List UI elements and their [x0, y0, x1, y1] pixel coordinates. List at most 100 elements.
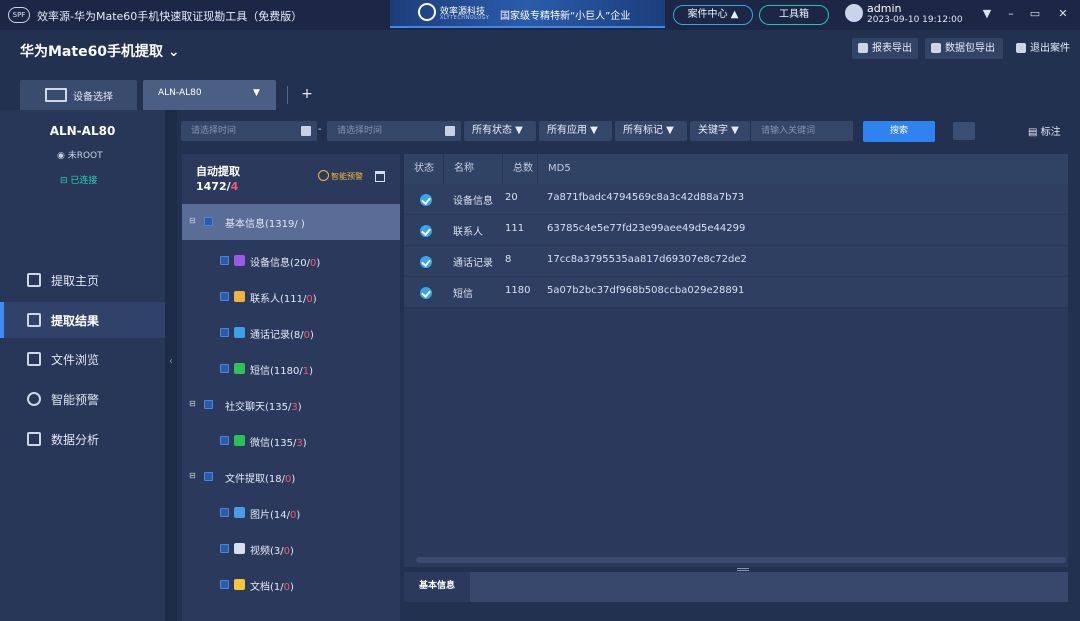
tree-group[interactable]: ⊟ 社交聊天(135/3) [182, 387, 400, 423]
smart-warning-button[interactable]: 智能预警 [318, 170, 363, 182]
column-header-total[interactable]: 总数 [503, 154, 538, 184]
nav-item-data-analysis[interactable]: 数据分析 [0, 421, 165, 457]
nav-item-file-browse[interactable]: 文件浏览 [0, 341, 165, 377]
tree-item[interactable]: 短信(1180/1) [182, 351, 400, 387]
table-cell-md5: 63785c4e5e77fd23e99aee49d5e44299 [547, 223, 746, 234]
resize-grip[interactable] [737, 568, 749, 571]
tree-item-suffix: ) [302, 438, 307, 449]
collapse-toggle-icon[interactable]: ⊟ [189, 471, 196, 480]
dropdown-menu-icon[interactable]: ▼ [979, 6, 995, 22]
nav-item-results[interactable]: 提取结果 [0, 302, 165, 338]
status-filter-select[interactable]: 所有状态 ▼ [464, 121, 536, 141]
end-date-placeholder: 请选择时间 [337, 126, 383, 136]
tree-checkbox[interactable] [204, 217, 213, 226]
table-header: 状态 名称 总数 MD5 [404, 154, 1068, 184]
tree-item-suffix: ) [290, 582, 294, 593]
tree-item[interactable]: 文档(1/0) [182, 567, 400, 603]
add-tab-button[interactable]: + [298, 84, 316, 104]
tree-item-count: 联系人(111/ [250, 294, 307, 305]
folder-icon [27, 352, 41, 366]
end-date-input[interactable]: 请选择时间 [327, 121, 461, 141]
exit-case-button[interactable]: 退出案件 [1010, 38, 1076, 59]
table-cell-total: 20 [505, 192, 518, 203]
tree-checkbox[interactable] [204, 472, 213, 481]
tree-item-count: 视频(3/ [250, 546, 284, 557]
table-row[interactable]: 短信 1180 5a07b2bc37df968b508ccba029e28891 [404, 277, 1068, 308]
tree-item[interactable]: 视频(3/0) [182, 531, 400, 567]
nav-item-home[interactable]: 提取主页 [0, 262, 165, 298]
tree-item-suffix: ) [297, 402, 302, 413]
mark-button[interactable]: ▤ 标注 [1028, 123, 1061, 138]
case-center-button[interactable]: 案件中心 ▲ [673, 5, 753, 25]
date-range-dash: - [318, 124, 322, 135]
collapse-toggle-icon[interactable]: ⊟ [189, 216, 196, 225]
tab-device-select-label: 设备选择 [73, 92, 113, 103]
tree-item[interactable]: 通话记录(8/0) [182, 315, 400, 351]
monitor-icon [45, 88, 67, 102]
tree-item-label: 文档(1/0) [250, 578, 294, 593]
tree-item[interactable]: 微信(135/3) [182, 423, 400, 459]
tab-basic-info[interactable]: 基本信息 [404, 572, 470, 602]
connection-status-badge: ⊟ 已连接 [60, 176, 98, 186]
tree-checkbox[interactable] [220, 256, 229, 265]
column-header-md5[interactable]: MD5 [538, 154, 1068, 184]
report-icon [858, 43, 868, 53]
tree-checkbox[interactable] [220, 544, 229, 553]
root-status-label: 未ROOT [67, 151, 103, 161]
collapse-arrow-icon[interactable]: ‹ [165, 356, 177, 367]
export-package-button[interactable]: 数据包导出 [925, 38, 1003, 59]
app-filter-select[interactable]: 所有应用 ▼ [539, 121, 612, 141]
table-cell-name: 通话记录 [453, 258, 493, 269]
table-row[interactable]: 联系人 111 63785c4e5e77fd23e99aee49d5e44299 [404, 215, 1068, 246]
tab-device-select[interactable]: 设备选择 [20, 80, 137, 110]
tree-checkbox[interactable] [220, 580, 229, 589]
table-cell-total: 1180 [505, 285, 531, 296]
user-avatar[interactable] [845, 4, 863, 22]
table-cell-name: 设备信息 [453, 196, 493, 207]
tab-device-aln-al80[interactable]: ALN-AL80 ▼ [143, 80, 276, 110]
tree-group[interactable]: ⊟ 文件提取(18/0) [182, 459, 400, 495]
logout-icon [1016, 43, 1026, 53]
tree-checkbox[interactable] [220, 436, 229, 445]
export-package-label: 数据包导出 [945, 43, 995, 54]
tree-item-label: 图片(14/0) [250, 506, 300, 521]
table-cell-name: 短信 [453, 289, 473, 300]
table-cell-md5: 7a871fbadc4794569c8a3c42d88a7b73 [547, 192, 745, 203]
call-log-icon [234, 327, 245, 338]
case-title-dropdown[interactable]: 华为Mate60手机提取 ⌄ [20, 41, 180, 61]
search-button[interactable]: 搜索 [863, 121, 935, 142]
tree-item[interactable]: 设备信息(20/0) [182, 243, 400, 279]
keyword-input[interactable]: 请输入关键词 [751, 121, 853, 141]
tree-item-count: 微信(135/ [250, 438, 297, 449]
maximize-button[interactable]: ▭ [1027, 6, 1043, 22]
tree-checkbox[interactable] [220, 364, 229, 373]
collapse-toggle-icon[interactable]: ⊟ [189, 399, 196, 408]
keyword-type-select[interactable]: 关键字 ▼ [690, 121, 750, 141]
table-row[interactable]: 设备信息 20 7a871fbadc4794569c8a3c42d88a7b73 [404, 184, 1068, 215]
tree-checkbox[interactable] [220, 508, 229, 517]
toolbox-button[interactable]: 工具箱 [759, 5, 829, 25]
table-row[interactable]: 通话记录 8 17cc8a3795535aa817d69307e8c72de2 [404, 246, 1068, 277]
results-icon [27, 313, 41, 327]
minimize-button[interactable]: – [1003, 6, 1019, 22]
tree-group[interactable]: ⊟ 基本信息(1319/ ) [182, 204, 400, 240]
device-info-icon [234, 255, 245, 266]
mark-filter-select[interactable]: 所有标记 ▼ [615, 121, 687, 141]
tree-item-label: 社交聊天(135/3) [225, 398, 302, 413]
tree-checkbox[interactable] [204, 400, 213, 409]
export-report-button[interactable]: 报表导出 [852, 38, 918, 59]
tree-checkbox[interactable] [220, 292, 229, 301]
chevron-down-icon[interactable]: ▼ [253, 88, 260, 98]
tree-item[interactable]: 联系人(111/0) [182, 279, 400, 315]
column-header-status[interactable]: 状态 [404, 154, 444, 184]
print-icon[interactable] [953, 122, 975, 140]
horizontal-scrollbar[interactable] [416, 557, 1066, 563]
left-sidebar: ALN-AL80 ◉ 未ROOT ⊟ 已连接 提取主页 提取结果 文件浏览 智能… [0, 110, 165, 621]
close-button[interactable]: ✕ [1055, 6, 1071, 22]
trash-icon[interactable] [375, 171, 385, 182]
column-header-name[interactable]: 名称 [444, 154, 503, 184]
tree-item[interactable]: 图片(14/0) [182, 495, 400, 531]
nav-item-smart-warning[interactable]: 智能预警 [0, 381, 165, 417]
start-date-input[interactable]: 请选择时间 [181, 121, 317, 141]
tree-checkbox[interactable] [220, 328, 229, 337]
